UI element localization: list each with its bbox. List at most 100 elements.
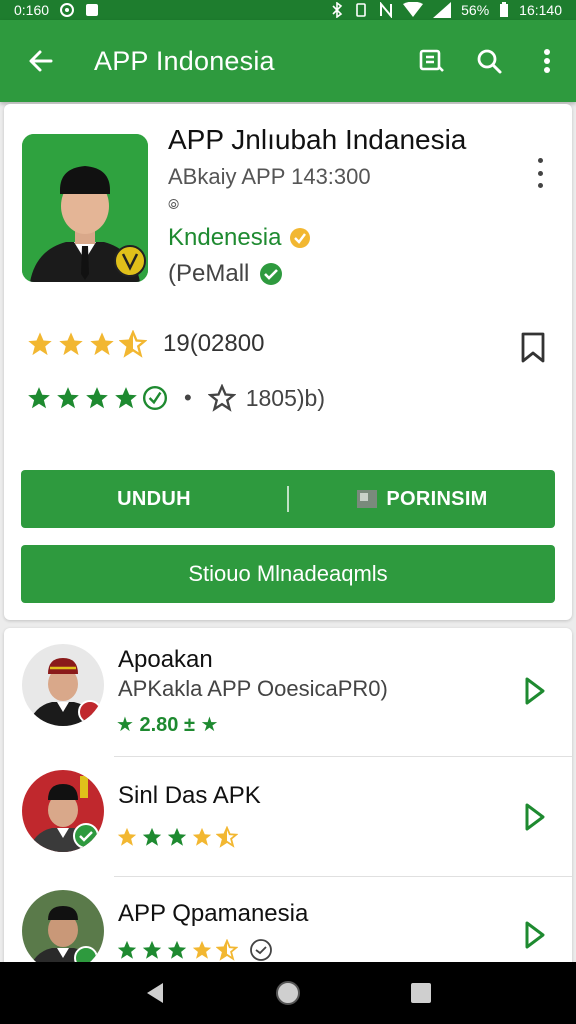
- list-item-title: Apoakan: [118, 646, 213, 673]
- star-icon: [59, 332, 83, 356]
- page-title: APP Indonesia: [94, 45, 275, 76]
- check-circle-icon: [260, 263, 283, 285]
- store-label: Stiouo Mlnadeaqmls: [188, 561, 388, 586]
- list-item[interactable]: Apoakan APKakla APP OoesicaPR0) ★ 2.80 ±…: [4, 628, 572, 748]
- related-apps-list: Apoakan APKakla APP OoesicaPR0) ★ 2.80 ±…: [4, 628, 572, 972]
- app-icon[interactable]: [22, 134, 148, 282]
- person-avatar-icon: [22, 890, 104, 972]
- status-left-text: 0:160: [14, 2, 50, 18]
- circle-home-icon: [275, 981, 300, 1005]
- star-icon: [28, 387, 50, 409]
- half-star-icon: [216, 826, 238, 848]
- list-item-subtitle: APKakla APP OoesicaPR0): [118, 676, 388, 701]
- secondary-rating-row: • 1805)b): [26, 384, 325, 412]
- star-rating: [26, 330, 147, 358]
- more-vert-icon: [544, 49, 550, 73]
- list-divider: [114, 756, 572, 757]
- nfc-icon: [380, 2, 393, 18]
- check-circle-outline-icon: [250, 939, 272, 961]
- star-icon: [142, 940, 162, 959]
- download-button[interactable]: UNDUH: [21, 470, 287, 528]
- portfolio-button[interactable]: PORINSIM: [289, 470, 555, 528]
- rating-count: 19(02800: [163, 330, 265, 357]
- nav-back-button[interactable]: [143, 980, 167, 1006]
- dot-icon: [537, 170, 543, 176]
- list-item[interactable]: Sinl Das APK: [4, 758, 572, 878]
- system-nav-bar: [0, 962, 576, 1024]
- star-icon: [167, 827, 187, 846]
- wifi-icon: [403, 2, 424, 17]
- chevron-right-icon: [525, 677, 545, 705]
- developer-name: Kndenesia: [168, 224, 282, 251]
- sync-icon: [60, 3, 75, 17]
- chevron-right-icon: [525, 803, 545, 831]
- app-subtitle: ABkaiy APP 143:300: [168, 164, 371, 189]
- overflow-menu-button[interactable]: [518, 20, 576, 102]
- store-button[interactable]: Stiouo Mlnadeaqmls: [21, 545, 555, 603]
- app-more-button[interactable]: [530, 156, 550, 190]
- star-icon: [90, 332, 114, 356]
- person-avatar-icon: [22, 770, 104, 852]
- star-icon: [57, 387, 79, 409]
- separator-dot: •: [184, 385, 192, 410]
- avatar: [22, 644, 104, 726]
- half-star-icon: [216, 939, 238, 961]
- list-divider: [114, 876, 572, 877]
- image-icon: [357, 490, 378, 508]
- notification-icon: [86, 4, 99, 16]
- battery-icon: [500, 2, 509, 17]
- star-outline-icon: [207, 384, 236, 412]
- list-item-title: Sinl Das APK: [118, 782, 261, 809]
- signal-icon: [433, 2, 452, 18]
- vibrate-icon: [356, 3, 366, 17]
- search-button[interactable]: [460, 20, 518, 102]
- bookmark-button[interactable]: [520, 332, 546, 369]
- status-bar: 0:160 56% 16:140: [0, 0, 576, 20]
- chevron-right-icon: [525, 921, 545, 949]
- avatar: [22, 890, 104, 972]
- rating-row: 19(02800: [26, 330, 264, 358]
- battery-text: 56%: [461, 2, 490, 18]
- star-icon: [117, 940, 137, 959]
- nav-home-button[interactable]: [274, 979, 302, 1007]
- arrow-left-icon: [29, 50, 53, 72]
- bookmark-icon: [521, 332, 545, 363]
- secondary-rating-count: 1805)b): [245, 384, 325, 411]
- library-button[interactable]: [402, 20, 460, 102]
- star-icon: [28, 332, 52, 356]
- star-icon: [86, 387, 108, 409]
- app-title: APP Jnlıubah Indanesia: [168, 124, 467, 155]
- triangle-back-icon: [147, 983, 164, 1003]
- avatar: [22, 770, 104, 852]
- dot-icon: [537, 158, 543, 163]
- verified-badge-icon: [290, 228, 311, 248]
- list-item-meta: ★ 2.80 ± ★: [116, 714, 219, 736]
- mail-row[interactable]: (PeMall: [168, 260, 283, 288]
- app-mini-label: ⦾: [168, 196, 180, 212]
- square-recents-icon: [410, 983, 431, 1003]
- developer-row[interactable]: Kndenesia: [168, 224, 311, 252]
- star-rating: [116, 826, 238, 848]
- clock: 16:140: [519, 2, 562, 18]
- star-icon: [117, 827, 137, 846]
- star-rating: [116, 938, 273, 962]
- nav-recents-button[interactable]: [409, 981, 433, 1005]
- person-avatar-icon: [22, 644, 104, 726]
- green-star-rating: [26, 385, 168, 411]
- search-icon: [477, 49, 502, 74]
- person-portrait-icon: [22, 134, 148, 282]
- library-icon: [419, 49, 444, 72]
- download-label: UNDUH: [117, 487, 191, 510]
- app-bar: APP Indonesia: [0, 20, 576, 102]
- star-icon: [115, 387, 137, 409]
- list-item-title: APP Qpamanesia: [118, 900, 309, 927]
- half-star-icon: [119, 330, 147, 358]
- back-button[interactable]: [0, 20, 82, 102]
- dot-icon: [537, 183, 543, 188]
- star-icon: [192, 827, 212, 846]
- star-icon: [192, 940, 212, 959]
- app-detail-card: APP Jnlıubah Indanesia ABkaiy APP 143:30…: [4, 104, 572, 620]
- portfolio-label: PORINSIM: [386, 487, 488, 510]
- bluetooth-icon: [332, 2, 343, 18]
- star-icon: [167, 940, 187, 959]
